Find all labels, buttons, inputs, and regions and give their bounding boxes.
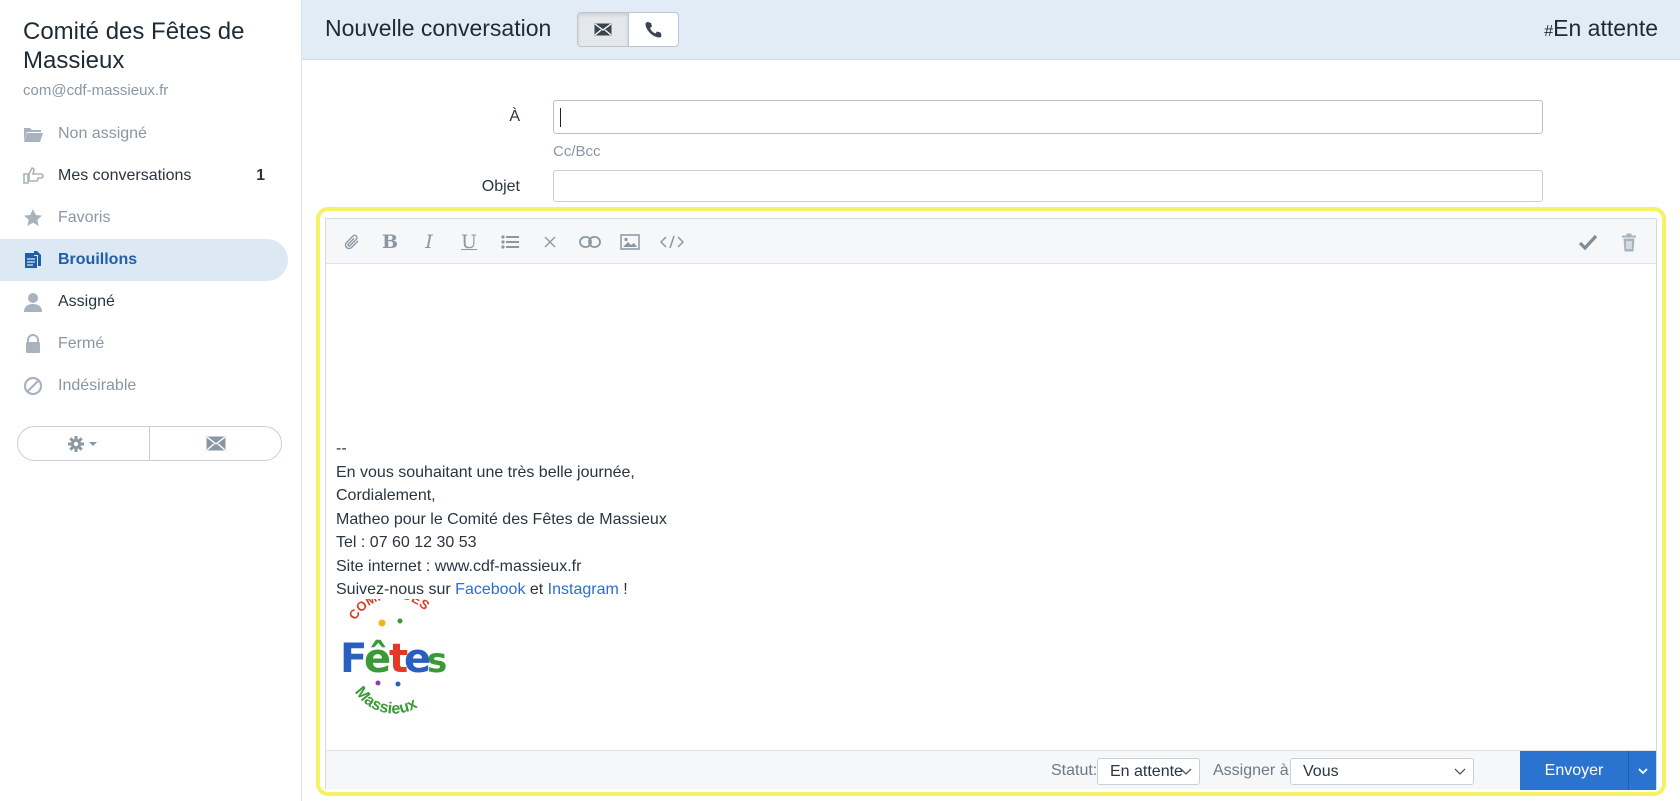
editor-toolbar: B I U xyxy=(326,219,1656,264)
sidebar-item-label: Mes conversations xyxy=(58,167,192,184)
assignee-select-value: Vous xyxy=(1303,763,1339,780)
signature-line: Matheo pour le Comité des Fêtes de Massi… xyxy=(336,510,667,528)
sidebar-item-favoris[interactable]: Favoris xyxy=(0,197,300,239)
settings-dropdown-button[interactable] xyxy=(18,427,149,460)
italic-icon[interactable]: I xyxy=(418,231,440,253)
sidebar-item-non-assigne[interactable]: Non assigné xyxy=(0,113,300,155)
svg-text:s: s xyxy=(427,641,447,681)
sidebar-item-mes-conversations[interactable]: Mes conversations 1 xyxy=(0,155,300,197)
new-conversation-button[interactable] xyxy=(149,427,281,460)
cc-bcc-link[interactable]: Cc/Bcc xyxy=(553,143,601,160)
status-hash: # xyxy=(1544,23,1554,40)
signature-block: -- En vous souhaitant une très belle jou… xyxy=(336,437,667,602)
text-caret xyxy=(560,108,561,127)
code-icon[interactable] xyxy=(659,231,685,253)
sidebar-item-label: Indésirable xyxy=(58,377,137,394)
sidebar-action-group xyxy=(17,426,282,461)
send-button[interactable]: Envoyer xyxy=(1520,751,1628,790)
assignee-select[interactable]: Vous xyxy=(1290,758,1474,785)
signature-separator: -- xyxy=(336,440,347,457)
bold-icon[interactable]: B xyxy=(379,231,401,253)
gear-dropdown-icon xyxy=(67,435,97,452)
chevron-down-icon xyxy=(1180,768,1192,775)
status-select-value: En attente xyxy=(1110,763,1183,780)
facebook-link[interactable]: Facebook xyxy=(455,581,525,598)
link-icon[interactable] xyxy=(579,231,601,253)
sidebar-item-assigne[interactable]: Assigné xyxy=(0,281,300,323)
send-options-button[interactable] xyxy=(1628,751,1656,790)
phone-type-button[interactable] xyxy=(628,13,678,46)
sidebar-item-label: Favoris xyxy=(58,209,111,226)
sidebar: Comité des Fêtes de Massieux com@cdf-mas… xyxy=(0,0,300,801)
sidebar-item-indesirable[interactable]: Indésirable xyxy=(0,365,300,407)
instagram-link[interactable]: Instagram xyxy=(548,581,619,598)
star-icon xyxy=(24,209,42,226)
conversation-header: Nouvelle conversation #En attente xyxy=(302,0,1680,60)
sidebar-item-label: Fermé xyxy=(58,335,105,352)
svg-text:ê: ê xyxy=(364,636,391,682)
message-editor[interactable]: B I U -- En vous souhaitant une très bel… xyxy=(325,218,1657,790)
trash-icon[interactable] xyxy=(1618,231,1640,253)
mailbox-email: com@cdf-massieux.fr xyxy=(23,82,169,99)
paperclip-icon[interactable] xyxy=(341,231,363,253)
conversation-type-toggle xyxy=(577,12,679,47)
page-title: Nouvelle conversation xyxy=(325,15,552,41)
clear-format-icon[interactable] xyxy=(539,231,561,253)
envelope-icon xyxy=(206,436,225,451)
conversation-count-badge: 1 xyxy=(256,167,265,184)
svg-text:COMITÉ DES: COMITÉ DES xyxy=(345,599,432,622)
list-icon[interactable] xyxy=(499,231,521,253)
user-icon xyxy=(24,293,42,312)
sidebar-item-label: Brouillons xyxy=(58,251,138,268)
ban-icon xyxy=(23,376,43,396)
chevron-down-icon xyxy=(1637,767,1648,774)
signature-line: Cordialement, xyxy=(336,487,436,504)
image-icon[interactable] xyxy=(619,231,641,253)
subject-label: Objet xyxy=(481,178,520,195)
svg-text:Massieux: Massieux xyxy=(351,684,420,714)
social-prefix: Suivez-nous sur xyxy=(336,581,456,598)
editor-footer: Statut: En attente Assigner à: Vous Envo… xyxy=(326,750,1656,790)
to-field[interactable] xyxy=(553,100,1543,134)
social-mid: et xyxy=(525,581,548,598)
signature-line: En vous souhaitant une très belle journé… xyxy=(336,463,635,481)
social-suffix: ! xyxy=(618,581,628,598)
signature-line: Tel : 07 60 12 30 53 xyxy=(336,534,477,551)
subject-field[interactable] xyxy=(553,170,1543,202)
conversation-status: #En attente xyxy=(1544,15,1658,42)
sidebar-item-label: Non assigné xyxy=(58,125,147,142)
main-panel: Nouvelle conversation #En attente À Cc/B… xyxy=(301,0,1680,801)
drafts-icon xyxy=(25,251,41,268)
assign-label: Assigner à: xyxy=(1213,762,1294,779)
signature-social-line: Suivez-nous sur Facebook et Instagram ! xyxy=(336,578,667,602)
email-type-button[interactable] xyxy=(578,13,628,46)
sidebar-item-label: Assigné xyxy=(58,293,115,310)
hand-point-right-icon xyxy=(23,167,44,184)
folder-nav: Non assigné Mes conversations 1 Favoris … xyxy=(0,113,300,407)
underline-icon[interactable]: U xyxy=(458,231,480,253)
status-label: Statut: xyxy=(1051,762,1098,779)
sidebar-item-ferme[interactable]: Fermé xyxy=(0,323,300,365)
status-text: En attente xyxy=(1553,15,1658,41)
phone-icon xyxy=(645,22,662,38)
comite-des-fetes-logo: COMITÉ DES F ê t e s Massieux xyxy=(340,599,447,714)
check-icon[interactable] xyxy=(1577,231,1599,253)
mailbox-name: Comité des Fêtes de Massieux xyxy=(23,18,245,74)
signature-line: Site internet : www.cdf-massieux.fr xyxy=(336,557,582,575)
sidebar-item-brouillons[interactable]: Brouillons xyxy=(0,239,288,281)
to-label: À xyxy=(509,108,520,125)
lock-icon xyxy=(26,334,40,353)
envelope-icon xyxy=(594,23,612,36)
chevron-down-icon xyxy=(1454,768,1466,775)
folder-open-icon xyxy=(23,128,43,142)
status-select[interactable]: En attente xyxy=(1097,758,1200,785)
